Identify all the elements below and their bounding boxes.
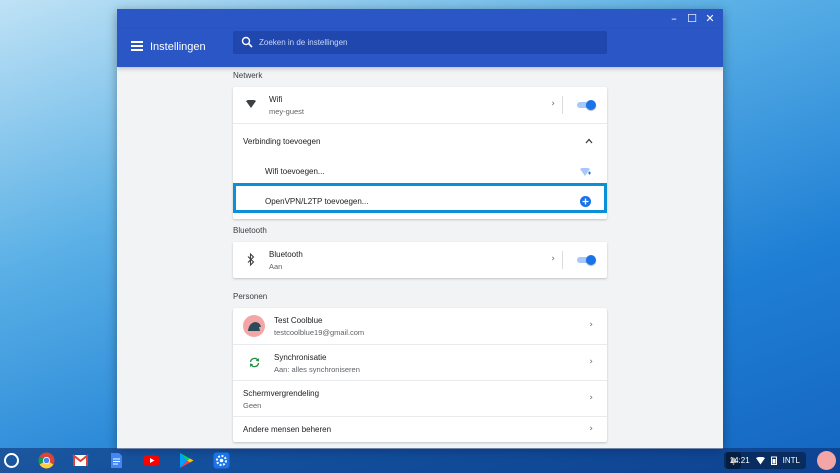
- search-box[interactable]: [233, 31, 607, 54]
- screen-lock-status: Geen: [243, 401, 262, 410]
- gmail-icon[interactable]: [72, 452, 89, 469]
- shelf: 14:21 INTL: [0, 448, 840, 473]
- highlight-box: [233, 183, 607, 213]
- youtube-icon[interactable]: [143, 452, 160, 469]
- user-avatar[interactable]: [817, 451, 836, 470]
- add-wifi-label: Wifi toevoegen...: [265, 167, 325, 176]
- screen-lock-label: Schermvergrendeling: [243, 389, 320, 398]
- sync-icon: [249, 357, 260, 368]
- manage-people-label: Andere mensen beheren: [243, 425, 332, 434]
- account-email: testcoolblue19@gmail.com: [274, 328, 365, 337]
- wifi-label: Wifi: [269, 95, 283, 104]
- clock: 14:21: [729, 456, 750, 465]
- window-controls: – ☐ ✕: [665, 11, 719, 27]
- screen-lock-row[interactable]: Schermvergrendeling Geen ›: [233, 380, 607, 416]
- add-connection-label: Verbinding toevoegen: [243, 137, 321, 146]
- sync-status: Aan: alles synchroniseren: [274, 365, 360, 374]
- wifi-icon: [246, 100, 256, 108]
- wifi-network-name: mey-guest: [269, 107, 305, 116]
- settings-content: Netwerk Wifi mey-guest › Verbinding toev…: [117, 67, 723, 449]
- sync-row[interactable]: Synchronisatie Aan: alles synchroniseren…: [233, 344, 607, 380]
- sync-label: Synchronisatie: [274, 353, 327, 362]
- chevron-right-icon[interactable]: ›: [589, 424, 593, 434]
- settings-icon[interactable]: [213, 452, 230, 469]
- docs-icon[interactable]: [108, 452, 125, 469]
- status-tray[interactable]: 14:21 INTL: [723, 452, 806, 469]
- avatar-image-icon: [248, 322, 261, 331]
- chevron-right-icon[interactable]: ›: [589, 320, 593, 330]
- close-button[interactable]: ✕: [701, 11, 719, 27]
- play-store-icon[interactable]: [178, 452, 195, 469]
- bluetooth-label: Bluetooth: [269, 250, 303, 259]
- section-title-people: Personen: [233, 292, 268, 301]
- page-title: Instellingen: [150, 41, 206, 53]
- chevron-up-icon[interactable]: [585, 138, 593, 144]
- bluetooth-toggle[interactable]: [577, 255, 596, 265]
- section-title-bluetooth: Bluetooth: [233, 226, 267, 235]
- people-card: Test Coolblue testcoolblue19@gmail.com ›…: [233, 308, 607, 442]
- launcher-icon[interactable]: [4, 453, 19, 468]
- divider: [562, 251, 563, 269]
- add-connection-row[interactable]: Verbinding toevoegen: [233, 123, 607, 159]
- chevron-right-icon[interactable]: ›: [551, 254, 555, 264]
- bluetooth-row[interactable]: Bluetooth Aan ›: [233, 242, 607, 278]
- chevron-right-icon[interactable]: ›: [589, 357, 593, 367]
- bluetooth-icon: [247, 253, 255, 266]
- add-wifi-icon: [580, 168, 591, 176]
- hamburger-menu-icon[interactable]: [131, 41, 143, 51]
- chevron-right-icon[interactable]: ›: [589, 393, 593, 403]
- bluetooth-status: Aan: [269, 262, 283, 271]
- avatar: [243, 315, 265, 337]
- wifi-toggle[interactable]: [577, 100, 596, 110]
- settings-header: Instellingen: [117, 29, 723, 67]
- account-name: Test Coolblue: [274, 316, 323, 325]
- chevron-right-icon[interactable]: ›: [551, 99, 555, 109]
- title-bar: – ☐ ✕: [117, 9, 723, 29]
- chrome-icon[interactable]: [38, 452, 55, 469]
- settings-window: – ☐ ✕ Instellingen Netwerk Wifi mey-gues…: [117, 9, 723, 449]
- bluetooth-card: Bluetooth Aan ›: [233, 242, 607, 278]
- manage-people-row[interactable]: Andere mensen beheren ›: [233, 416, 607, 442]
- input-method-label: INTL: [782, 456, 800, 465]
- maximize-button[interactable]: ☐: [683, 11, 701, 27]
- search-input[interactable]: [259, 34, 589, 51]
- account-row[interactable]: Test Coolblue testcoolblue19@gmail.com ›: [233, 308, 607, 344]
- search-icon: [241, 36, 253, 48]
- section-title-network: Netwerk: [233, 71, 263, 80]
- minimize-button[interactable]: –: [665, 11, 683, 27]
- divider: [562, 96, 563, 114]
- wifi-row[interactable]: Wifi mey-guest ›: [233, 87, 607, 123]
- battery-icon: [770, 456, 777, 465]
- wifi-status-icon: [755, 456, 765, 464]
